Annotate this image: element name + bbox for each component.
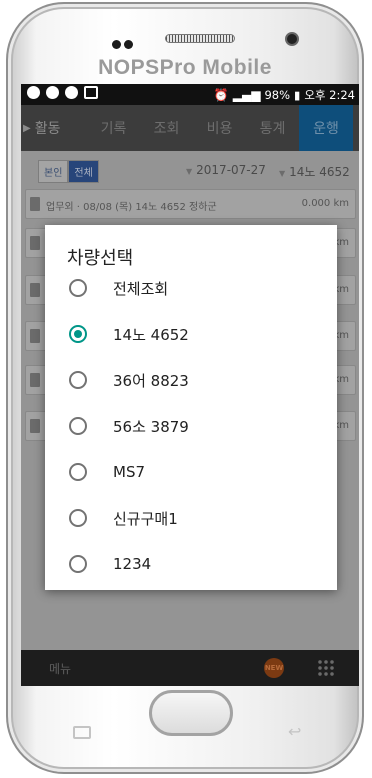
list-item[interactable]: 업무외 · 08/08 (목) 14노 4652 정하군 0.000 km [25, 189, 356, 219]
tab-record[interactable]: 기록 [87, 105, 140, 151]
radio-button[interactable] [69, 463, 87, 481]
vehicle-option-1[interactable]: 14노 4652 [45, 311, 337, 357]
scope-all-button[interactable]: 전체 [68, 160, 99, 183]
alarm-icon: ⏰ [213, 88, 229, 102]
date-selector[interactable]: ▼ 2017-07-27 [186, 163, 266, 177]
back-icon[interactable]: ↩ [288, 722, 301, 741]
option-label: MS7 [113, 463, 146, 481]
arrow-right-icon: ▶ [23, 122, 31, 134]
option-label: 14노 4652 [113, 325, 189, 344]
scope-own-button[interactable]: 본인 [38, 160, 69, 183]
tab-statistics[interactable]: 통계 [246, 105, 299, 151]
grid-icon[interactable] [317, 659, 335, 677]
tab-label: 활동 [34, 121, 61, 137]
radio-button[interactable] [69, 371, 87, 389]
scope-toggle: 본인 전체 [38, 160, 99, 183]
recent-apps-icon[interactable] [73, 726, 91, 739]
tab-driving[interactable]: 운행 [299, 105, 353, 151]
app-screen: ⏰ ▂▄▆ 98% ▮ 오후 2:24 ▶ 활동 기록 조회 비용 통계 운행 … [21, 84, 359, 686]
tab-activity[interactable]: ▶ 활동 [21, 105, 87, 151]
message-icon [65, 86, 78, 99]
document-icon [30, 329, 40, 343]
sensor-dots [112, 34, 136, 53]
option-label: 1234 [113, 555, 152, 573]
device-brand: NOPSPro Mobile [98, 56, 272, 79]
vehicle-option-6[interactable]: 1234 [45, 541, 337, 587]
clock: 오후 2:24 [304, 88, 355, 102]
radio-button-selected[interactable] [69, 325, 87, 343]
caret-down-icon: ▼ [186, 167, 193, 176]
speaker-grill [165, 34, 235, 43]
vehicle-select-dialog: 차량선택 전체조회 14노 4652 36어 8823 56소 3879 MS7… [45, 225, 337, 590]
vehicle-option-all[interactable]: 전체조회 [45, 265, 337, 311]
menu-button[interactable]: 메뉴 [49, 660, 71, 677]
tab-cost[interactable]: 비용 [193, 105, 246, 151]
option-label: 신규구매1 [113, 509, 178, 528]
vehicle-option-2[interactable]: 36어 8823 [45, 357, 337, 403]
document-icon [30, 283, 40, 297]
radio-button[interactable] [69, 509, 87, 527]
battery-icon: ▮ [294, 88, 301, 102]
radio-button[interactable] [69, 417, 87, 435]
new-badge[interactable]: NEW [264, 658, 284, 678]
document-icon [30, 419, 40, 433]
bottom-bar: 메뉴 NEW [21, 650, 359, 686]
tab-bar: ▶ 활동 기록 조회 비용 통계 운행 [21, 105, 359, 151]
flag-icon [30, 373, 40, 387]
radio-button[interactable] [69, 279, 87, 297]
row-text: 업무외 · 08/08 (목) 14노 4652 정하군 [46, 202, 217, 213]
option-label: 전체조회 [113, 279, 169, 298]
vehicle-option-5[interactable]: 신규구매1 [45, 495, 337, 541]
vehicle-option-4[interactable]: MS7 [45, 449, 337, 495]
notification-icon [27, 86, 40, 99]
vehicle-option-3[interactable]: 56소 3879 [45, 403, 337, 449]
filter-bar: 본인 전체 ▼ 2017-07-27 ▼ 14노 4652 [21, 151, 359, 189]
chat-icon [46, 86, 59, 99]
document-icon [30, 236, 40, 250]
home-button[interactable] [149, 690, 233, 736]
date-value: 2017-07-27 [196, 163, 266, 177]
vehicle-selector[interactable]: ▼ 14노 4652 [279, 163, 350, 180]
option-label: 36어 8823 [113, 371, 189, 390]
caret-down-icon: ▼ [279, 169, 286, 178]
tab-search[interactable]: 조회 [140, 105, 193, 151]
flag-icon [30, 197, 40, 211]
radio-button[interactable] [69, 555, 87, 573]
image-icon [84, 86, 98, 99]
signal-icon: ▂▄▆ [232, 88, 261, 102]
row-distance: 0.000 km [301, 198, 349, 209]
status-bar: ⏰ ▂▄▆ 98% ▮ 오후 2:24 [21, 84, 359, 105]
option-label: 56소 3879 [113, 417, 189, 436]
battery-level: 98% [264, 88, 291, 102]
vehicle-value: 14노 4652 [289, 165, 350, 179]
front-camera [285, 32, 299, 46]
